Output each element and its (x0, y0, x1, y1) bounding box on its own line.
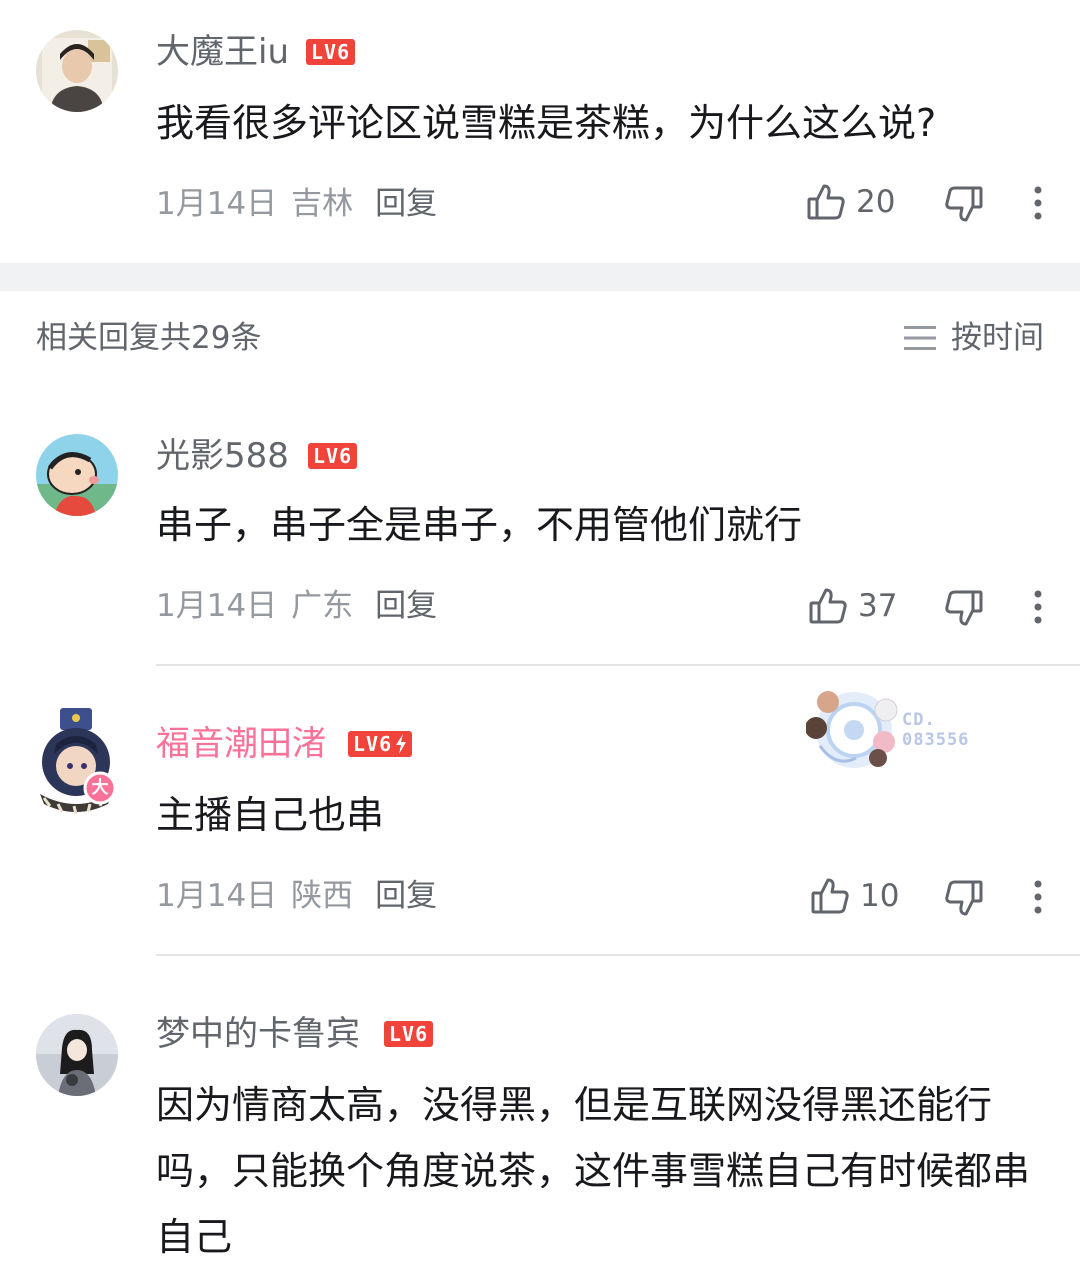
level-text: LV6 (353, 732, 393, 756)
avatar[interactable] (36, 434, 118, 516)
comment-text: 我看很多评论区说雪糕是茶糕，为什么这么说? (156, 101, 937, 145)
divider (156, 664, 1080, 666)
comment-date: 1月14日 (156, 878, 278, 914)
username[interactable]: 福音潮田渚 (156, 724, 326, 764)
avatar[interactable] (36, 30, 118, 112)
level-badge: LV6 (348, 731, 413, 757)
comment-text: 串子，串子全是串子，不用管他们就行 (156, 503, 803, 547)
comment-meta: 1月14日 吉林 回复 (156, 184, 437, 224)
fan-badge-line2: 083556 (902, 730, 970, 750)
lightning-icon (396, 734, 407, 754)
sort-icon (904, 326, 936, 350)
comment-location: 广东 (291, 588, 354, 624)
sort-button[interactable]: 按时间 (903, 318, 1044, 358)
thumb-up-icon (809, 588, 847, 624)
username[interactable]: 大魔王iu (156, 32, 289, 72)
more-icon[interactable] (1033, 590, 1043, 624)
thumb-down-icon[interactable] (944, 878, 984, 918)
fan-badge-number: CD. 083556 (902, 710, 969, 750)
like-button[interactable]: 10 (810, 876, 899, 916)
replies-count: 相关回复共29条 (36, 320, 262, 356)
fan-badge-line1: CD. (902, 710, 936, 730)
username[interactable]: 光影588 (156, 436, 289, 476)
comment-location: 陕西 (291, 878, 354, 914)
like-count: 10 (860, 878, 900, 914)
divider (156, 954, 1080, 956)
level-badge: LV6 (384, 1021, 434, 1047)
thumb-up-icon (807, 184, 845, 220)
comment-location: 吉林 (291, 186, 354, 222)
thumb-down-icon[interactable] (944, 588, 984, 628)
reply-button[interactable]: 回复 (375, 878, 437, 914)
comment-text: 因为情商太高，没得黑，但是互联网没得黑还能行吗，只能换个角度说茶，这件事雪糕自己… (156, 1083, 1031, 1259)
level-badge: LV6 (308, 443, 358, 469)
more-icon[interactable] (1033, 880, 1043, 914)
avatar[interactable] (36, 1014, 118, 1096)
like-button[interactable]: 37 (808, 586, 897, 626)
like-count: 37 (858, 588, 898, 624)
more-icon[interactable] (1033, 186, 1043, 220)
level-badge: LV6 (306, 39, 356, 65)
avatar-badge: 大 (91, 778, 109, 798)
comment-meta: 1月14日 陕西 回复 (156, 876, 437, 916)
comment-text: 主播自己也串 (156, 793, 385, 837)
sort-label: 按时间 (951, 320, 1044, 356)
like-count: 20 (856, 184, 896, 220)
comment-date: 1月14日 (156, 588, 278, 624)
reply-button[interactable]: 回复 (375, 588, 437, 624)
section-separator (0, 263, 1080, 291)
reply-button[interactable]: 回复 (375, 186, 437, 222)
like-button[interactable]: 20 (806, 182, 895, 222)
avatar[interactable]: 大 (30, 708, 122, 820)
username[interactable]: 梦中的卡鲁宾 (156, 1014, 360, 1054)
comment-date: 1月14日 (156, 186, 278, 222)
thumb-up-icon (811, 878, 849, 914)
comment-meta: 1月14日 广东 回复 (156, 586, 437, 626)
thumb-down-icon[interactable] (944, 184, 984, 224)
